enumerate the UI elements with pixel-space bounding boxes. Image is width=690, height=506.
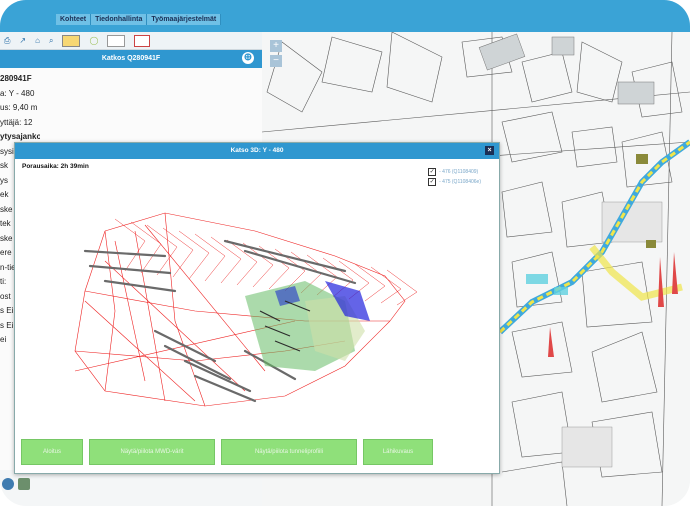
legend-checkbox[interactable]: ✓ [428, 168, 437, 176]
menu-item-tyomaajarjestelmat[interactable]: Työmaajärjestelmät [147, 14, 222, 25]
layers-icon[interactable] [18, 478, 30, 490]
legend-checkbox[interactable]: ✓ [428, 178, 437, 186]
left-panel-title: Katkos Q280941F ⊕ [0, 50, 262, 68]
menu-bar: Kohteet Tiedonhallinta Työmaajärjestelmä… [0, 0, 690, 32]
legend: ✓ - 476 (Q1108409) ✓ - 475 (Q1108406e) [428, 167, 481, 187]
legend-item[interactable]: ✓ - 476 (Q1108409) [428, 167, 481, 177]
menu-item-kohteet[interactable]: Kohteet [56, 14, 92, 25]
legend-label: - 476 (Q1108409) [439, 169, 479, 175]
start-button[interactable]: Aloitus [21, 439, 83, 465]
globe-icon[interactable] [2, 478, 14, 490]
legend-label: - 475 (Q1108406e) [439, 179, 481, 185]
3d-view-dialog: Katso 3D: Y - 480 × Porausaika: 2h 39min… [14, 142, 500, 474]
left-panel-line: a: Y - 480 [0, 88, 35, 98]
close-button[interactable]: × [485, 146, 494, 155]
left-panel-line: us: 9,40 m [0, 103, 38, 112]
close-up-button[interactable]: Lähikuvaus [363, 439, 433, 465]
menu-item-tiedonhallinta[interactable]: Tiedonhallinta [91, 14, 148, 25]
menu-items: Kohteet Tiedonhallinta Työmaajärjestelmä… [56, 14, 222, 25]
zoom-controls: + − [270, 40, 282, 67]
layer-icon[interactable] [62, 34, 81, 47]
roof-mesh-line [130, 221, 162, 274]
measure-icon[interactable]: ↗ [19, 36, 26, 46]
zoom-in-button[interactable]: + [270, 40, 282, 52]
toggle-mwd-colors-button[interactable]: Näytä/piilota MWD-värit [89, 439, 215, 465]
dialog-title: Katso 3D: Y - 480 [230, 147, 284, 154]
left-panel-title-text: Katkos Q280941F [101, 55, 161, 62]
expand-icon[interactable]: ⊕ [242, 52, 254, 64]
home-icon[interactable]: ⌂ [35, 36, 40, 46]
dialog-title-bar: Katso 3D: Y - 480 × [15, 143, 499, 159]
toggle-tunnel-profile-button[interactable]: Näytä/piilota tunneliprofiili [221, 439, 357, 465]
zoom-icon[interactable]: ⌕ [49, 36, 53, 46]
circle-icon[interactable]: ◯ [89, 36, 98, 46]
bottom-icons [2, 478, 30, 490]
roof-mesh-line [386, 269, 418, 306]
left-panel-line: 280941F [0, 74, 32, 83]
app-window: Kohteet Tiedonhallinta Työmaajärjestelmä… [0, 0, 690, 506]
drilling-time: Porausaika: 2h 39min [22, 163, 89, 170]
mwd-zone [245, 281, 370, 371]
roof-mesh-line [194, 233, 226, 282]
toolbar: ⎙ ↗ ⌂ ⌕ ◯ [0, 32, 262, 50]
legend-item[interactable]: ✓ - 475 (Q1108406e) [428, 177, 481, 187]
print-icon[interactable]: ⎙ [4, 36, 10, 46]
dialog-buttons: Aloitus Näytä/piilota MWD-värit Näytä/pi… [21, 439, 433, 465]
calendar-icon[interactable] [134, 34, 151, 47]
zoom-out-button[interactable]: − [270, 55, 282, 67]
3d-tunnel-scene[interactable] [45, 201, 485, 421]
left-panel-line: yttäjä: 12 [0, 117, 33, 127]
blank-icon[interactable] [107, 34, 126, 47]
